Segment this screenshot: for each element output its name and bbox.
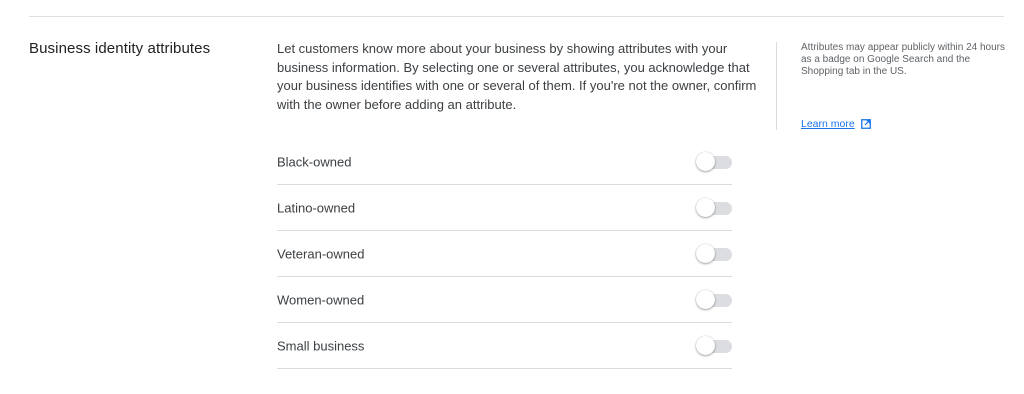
toggle-thumb (696, 289, 715, 309)
attribute-list: Black-owned Latino-owned Veteran-owned W… (277, 140, 732, 369)
toggle-thumb (696, 335, 715, 355)
attribute-row-latino-owned: Latino-owned (277, 185, 732, 231)
attribute-row-small-business: Small business (277, 323, 732, 369)
open-in-new-icon (860, 119, 871, 129)
attribute-label: Small business (277, 338, 365, 353)
attributes-page: Business identity attributes Let custome… (0, 0, 1024, 394)
side-panel-divider (776, 42, 777, 130)
veteran-owned-toggle[interactable] (696, 243, 732, 264)
attribute-label: Latino-owned (277, 200, 356, 215)
small-business-toggle[interactable] (696, 335, 732, 356)
women-owned-toggle[interactable] (696, 289, 732, 310)
side-panel-note: Attributes may appear publicly within 24… (801, 42, 1005, 77)
attribute-label: Black-owned (277, 154, 352, 170)
top-divider (29, 16, 1004, 17)
toggle-thumb (696, 197, 715, 217)
attribute-row-black-owned: Black-owned (277, 140, 732, 185)
toggle-thumb (696, 243, 715, 263)
latino-owned-toggle[interactable] (696, 197, 732, 218)
attribute-row-veteran-owned: Veteran-owned (277, 231, 732, 277)
section-description: Let customers know more about your busin… (277, 41, 757, 112)
black-owned-toggle[interactable] (696, 152, 732, 172)
learn-more-label: Learn more (801, 118, 855, 130)
attribute-row-women-owned: Women-owned (277, 277, 732, 323)
attribute-label: Women-owned (277, 292, 365, 307)
section-title: Business identity attributes (29, 40, 211, 57)
learn-more-link[interactable]: Learn more (801, 118, 871, 130)
attribute-label: Veteran-owned (277, 246, 365, 261)
toggle-thumb (696, 152, 715, 171)
